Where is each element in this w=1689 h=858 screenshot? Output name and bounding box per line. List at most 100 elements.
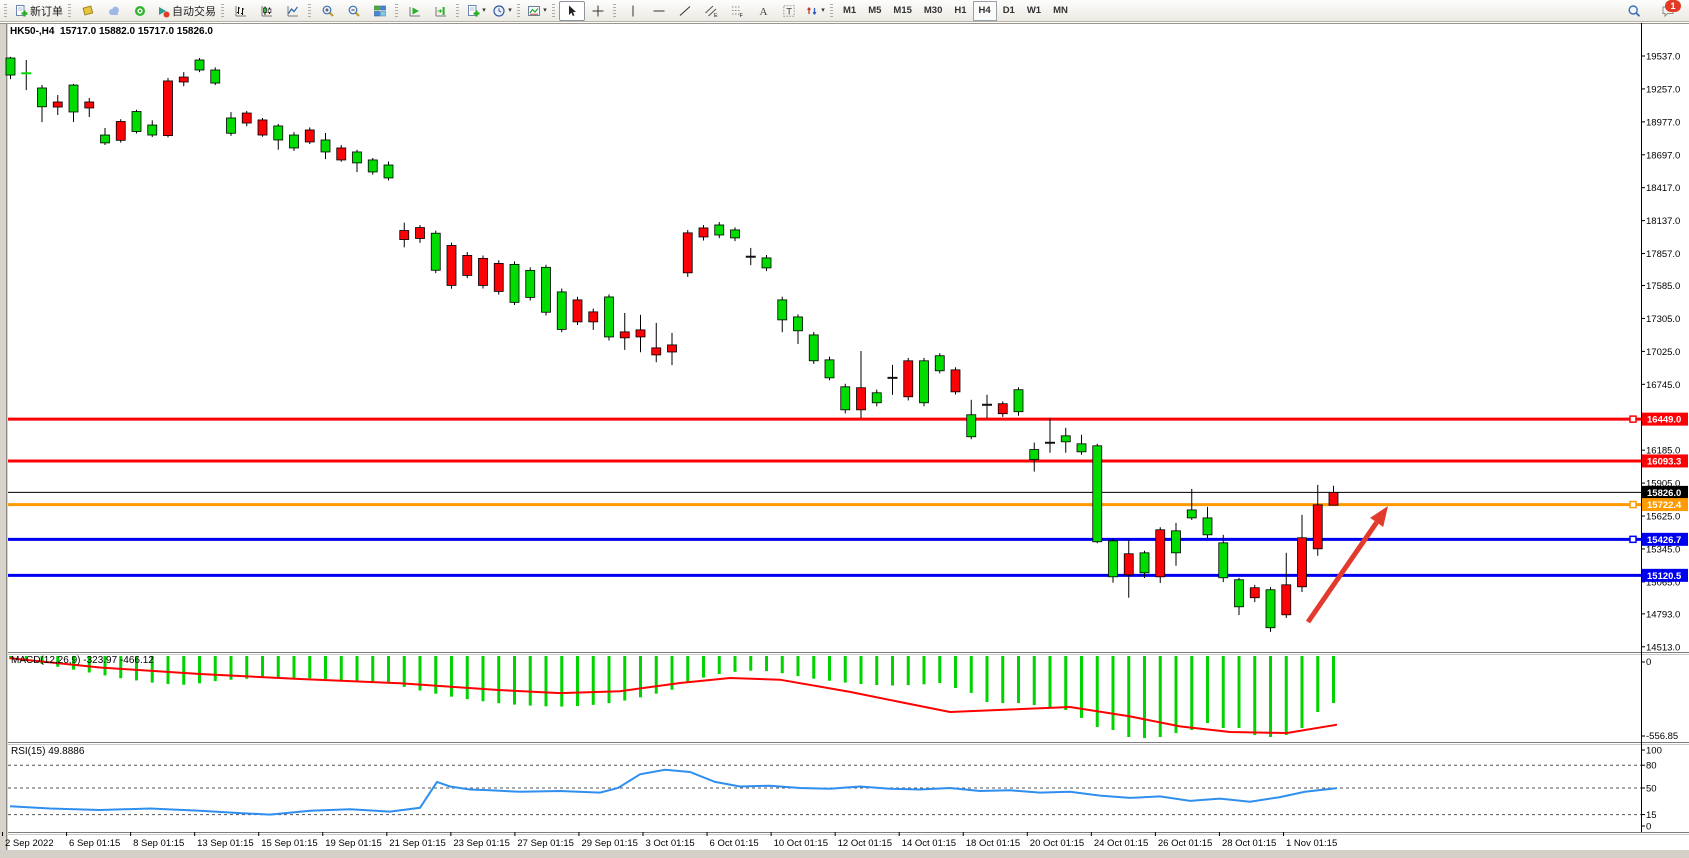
svg-text:20 Oct 01:15: 20 Oct 01:15 [1030,838,1084,849]
trendline-button[interactable] [672,1,698,21]
hline-icon [652,4,666,18]
svg-text:26 Oct 01:15: 26 Oct 01:15 [1158,838,1212,849]
arrows-button[interactable]: ▾ [802,1,828,21]
timeframe-button-h1[interactable]: H1 [948,1,972,21]
template-icon [527,4,541,18]
linechart-icon [286,4,300,18]
caret-down-icon: ▾ [821,7,825,14]
svg-text:14793.0: 14793.0 [1646,609,1680,620]
text-a-icon: A [756,4,770,18]
toolbar-grip [395,4,398,18]
fibonacci-button[interactable]: F [724,1,750,21]
svg-text:15426.7: 15426.7 [1647,535,1681,546]
svg-text:50: 50 [1646,784,1657,795]
candle-chart-button[interactable] [254,1,280,21]
svg-text:19537.0: 19537.0 [1646,52,1680,63]
zoom-in-icon [321,4,335,18]
svg-text:6 Sep 01:15: 6 Sep 01:15 [69,838,120,849]
fibo-icon: F [730,4,744,18]
svg-text:13 Sep 01:15: 13 Sep 01:15 [197,838,254,849]
toolbar: 新订单自动交易▾▾▾EFAT▾M1M5M15M30H1H4D1W1MN1 [0,0,1689,22]
crosshair-icon [591,4,605,18]
timeframe-button-d1[interactable]: D1 [997,1,1021,21]
tile-windows-button[interactable] [367,1,393,21]
svg-text:17025.0: 17025.0 [1646,347,1680,358]
timeframe-button-m30[interactable]: M30 [918,1,948,21]
svg-text:15722.4: 15722.4 [1647,500,1682,511]
cursor-button[interactable] [559,1,585,21]
svg-text:0: 0 [1646,822,1651,833]
text-label-button[interactable]: T [776,1,802,21]
bar-chart-button[interactable] [228,1,254,21]
timeframe-button-m1[interactable]: M1 [837,1,862,21]
toolbar-grip [221,4,224,18]
zoom-out-button[interactable] [341,1,367,21]
macd-indicator-label: MACD(12,26,9) -323.97 -466.12 [11,655,154,666]
timeframe-button-m5[interactable]: M5 [862,1,887,21]
chart-canvas[interactable]: 19537.019257.018977.018697.018417.018137… [0,0,1689,858]
timeframe-button-mn[interactable]: MN [1047,1,1074,21]
hline-button[interactable] [646,1,672,21]
line-chart-button[interactable] [280,1,306,21]
tiles-icon [373,4,387,18]
auto-scroll-icon [408,4,422,18]
cloud-icon[interactable] [101,1,127,21]
doc-plus-icon [466,4,480,18]
svg-text:27 Sep 01:15: 27 Sep 01:15 [517,838,574,849]
zoom-in-button[interactable] [315,1,341,21]
auto-scroll-button[interactable] [402,1,428,21]
crosshair-button[interactable] [585,1,611,21]
caret-down-icon: ▾ [482,7,486,14]
new-chart-button[interactable]: ▾ [463,1,489,21]
toolbar-grip [4,4,7,18]
svg-text:15826.0: 15826.0 [1647,488,1681,499]
svg-text:17857.0: 17857.0 [1646,249,1680,260]
svg-text:17585.0: 17585.0 [1646,281,1680,292]
indicators-button[interactable]: ▾ [524,1,550,21]
new-order-button-label: 新订单 [30,3,63,19]
signals-icon[interactable] [127,1,153,21]
zoom-out-icon [347,4,361,18]
yellow-tag-icon [81,4,95,18]
equidistant-channel-button[interactable]: E [698,1,724,21]
toolbar-grip [613,4,616,18]
text-button[interactable]: A [750,1,776,21]
svg-text:18977.0: 18977.0 [1646,117,1680,128]
timeframe-button-h4[interactable]: H4 [973,1,997,21]
svg-text:15345.0: 15345.0 [1646,544,1680,555]
svg-text:18137.0: 18137.0 [1646,216,1680,227]
svg-text:16093.3: 16093.3 [1647,456,1681,467]
chart-shift-button[interactable] [428,1,454,21]
svg-text:10 Oct 01:15: 10 Oct 01:15 [774,838,828,849]
svg-text:-556.85: -556.85 [1646,731,1678,742]
svg-text:1 Nov 01:15: 1 Nov 01:15 [1286,838,1337,849]
svg-text:3 Oct 01:15: 3 Oct 01:15 [646,838,695,849]
candles-icon [260,4,274,18]
svg-text:6 Oct 01:15: 6 Oct 01:15 [710,838,759,849]
chart-shift-icon [434,4,448,18]
svg-text:18 Oct 01:15: 18 Oct 01:15 [966,838,1020,849]
cursor-icon [565,4,579,18]
svg-text:8 Sep 01:15: 8 Sep 01:15 [133,838,184,849]
timeframe-button-m15[interactable]: M15 [887,1,917,21]
svg-text:24 Oct 01:15: 24 Oct 01:15 [1094,838,1148,849]
clock-icon [492,4,506,18]
timeframe-button-w1[interactable]: W1 [1021,1,1047,21]
svg-text:15120.5: 15120.5 [1647,571,1682,582]
toolbar-grip [308,4,311,18]
svg-text:E: E [714,13,718,18]
autotrade-button[interactable]: 自动交易 [153,1,219,21]
svg-text:15 Sep 01:15: 15 Sep 01:15 [261,838,318,849]
chart-title-ohlc: HK50-,H4 15717.0 15882.0 15717.0 15826.0 [10,26,213,37]
notifications-button[interactable]: 1 [1655,1,1681,21]
new-order-button[interactable]: 新订单 [11,1,66,21]
search-button[interactable] [1621,1,1647,21]
svg-text:F: F [740,13,744,18]
channel-icon: E [704,4,718,18]
bars-icon [234,4,248,18]
svg-text:T: T [786,6,792,17]
market-widget-icon[interactable] [75,1,101,21]
svg-text:100: 100 [1646,746,1662,757]
periods-button[interactable]: ▾ [489,1,515,21]
vline-button[interactable] [620,1,646,21]
